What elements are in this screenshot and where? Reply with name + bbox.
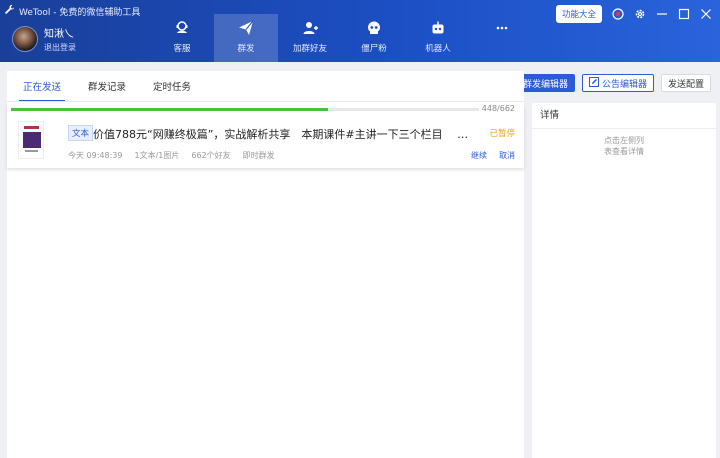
edit-icon [589,76,600,90]
task-time: 今天 09:48:39 [68,151,123,160]
send-config-label: 发送配置 [668,79,705,90]
nav-label: 加群好友 [292,44,327,54]
nav-item-zombie-fans[interactable]: 僵尸粉 [342,14,406,62]
cancel-button[interactable]: 取消 [499,150,515,161]
nav-item-robot[interactable]: 机器人 [406,14,470,62]
mass-editor-label: 群发编辑器 [523,79,569,90]
help-icon[interactable] [612,8,624,20]
skull-icon [366,20,382,39]
maximize-icon[interactable] [678,8,690,20]
avatar[interactable] [12,26,38,52]
profile-name: 知湫乀 [44,29,74,40]
detail-hint-line: 表查看详情 [604,147,644,156]
progress-fill [11,108,328,111]
status-badge: 已暂停 [489,129,515,139]
detail-title: 详情 [532,103,716,129]
task-friends: 662个好友 [191,151,231,160]
task-title: 价值788元“网赚终极篇”，实战解析共享 本期课件#主讲一下三个栏目 … [93,128,469,141]
paper-plane-icon [238,20,254,39]
task-mode: 即时群发 [242,151,275,160]
send-config-button[interactable]: 发送配置 [661,74,712,92]
close-icon[interactable] [700,8,712,20]
wrench-icon [4,4,15,18]
more-icon [494,20,510,39]
headset-icon [174,20,190,39]
robot-icon [430,20,446,39]
gear-icon[interactable] [634,8,646,20]
profile: 知湫乀 退出登录 [12,25,76,53]
nav-label: 群发 [237,44,255,54]
notice-editor-button[interactable]: 公告编辑器 [582,74,655,92]
task-item[interactable]: 448/662 文本 价值788元“网赚终极篇”，实战解析共享 本期课件#主讲一… [7,104,524,168]
minimize-icon[interactable] [656,8,668,20]
task-actions: 继续 取消 [471,150,515,161]
task-content-count: 1文本/1图片 [134,151,180,160]
window-controls: 功能大全 [555,5,712,23]
tab-bar: 正在发送 群发记录 定时任务 [7,71,524,102]
feature-list-button[interactable]: 功能大全 [555,5,602,23]
nav-label: 客服 [173,44,191,54]
detail-hint-line: 点击左侧列 [604,136,644,145]
tab-mass-records[interactable]: 群发记录 [88,71,126,101]
nav-item-more[interactable] [470,14,534,62]
title-bar: WeTool - 免费的微信辅助工具 [4,4,140,18]
tab-sending[interactable]: 正在发送 [18,71,66,102]
logout-link[interactable]: 退出登录 [44,42,76,53]
progress-bar [11,108,479,111]
tab-scheduled-tasks[interactable]: 定时任务 [153,71,191,101]
divider [7,101,524,102]
continue-button[interactable]: 继续 [471,150,487,161]
detail-empty-hint: 点击左侧列 表查看详情 [532,135,716,157]
progress-text: 448/662 [481,104,515,113]
task-meta: 今天 09:48:39 1文本/1图片 662个好友 即时群发 [68,150,275,161]
detail-panel: 详情 点击左侧列 表查看详情 [532,103,716,458]
add-user-icon [302,20,318,39]
nav-item-mass-send[interactable]: 群发 [214,14,278,62]
nav-item-service[interactable]: 客服 [150,14,214,62]
app-header: WeTool - 免费的微信辅助工具 知湫乀 退出登录 客服 群发 加群好友 僵… [0,0,720,62]
nav-label: 僵尸粉 [361,44,387,54]
type-tag: 文本 [68,125,94,141]
main-nav: 客服 群发 加群好友 僵尸粉 机器人 [150,14,534,62]
task-thumbnail [18,121,44,159]
main-panel: 正在发送 群发记录 定时任务 448/662 文本 价值788元“网赚终极篇”，… [7,71,524,458]
nav-label: 机器人 [425,44,451,54]
toolbar: 群发编辑器 公告编辑器 发送配置 [503,74,712,92]
window-title: WeTool - 免费的微信辅助工具 [19,7,141,18]
nav-item-add-friends[interactable]: 加群好友 [278,14,342,62]
notice-editor-label: 公告编辑器 [602,79,648,90]
